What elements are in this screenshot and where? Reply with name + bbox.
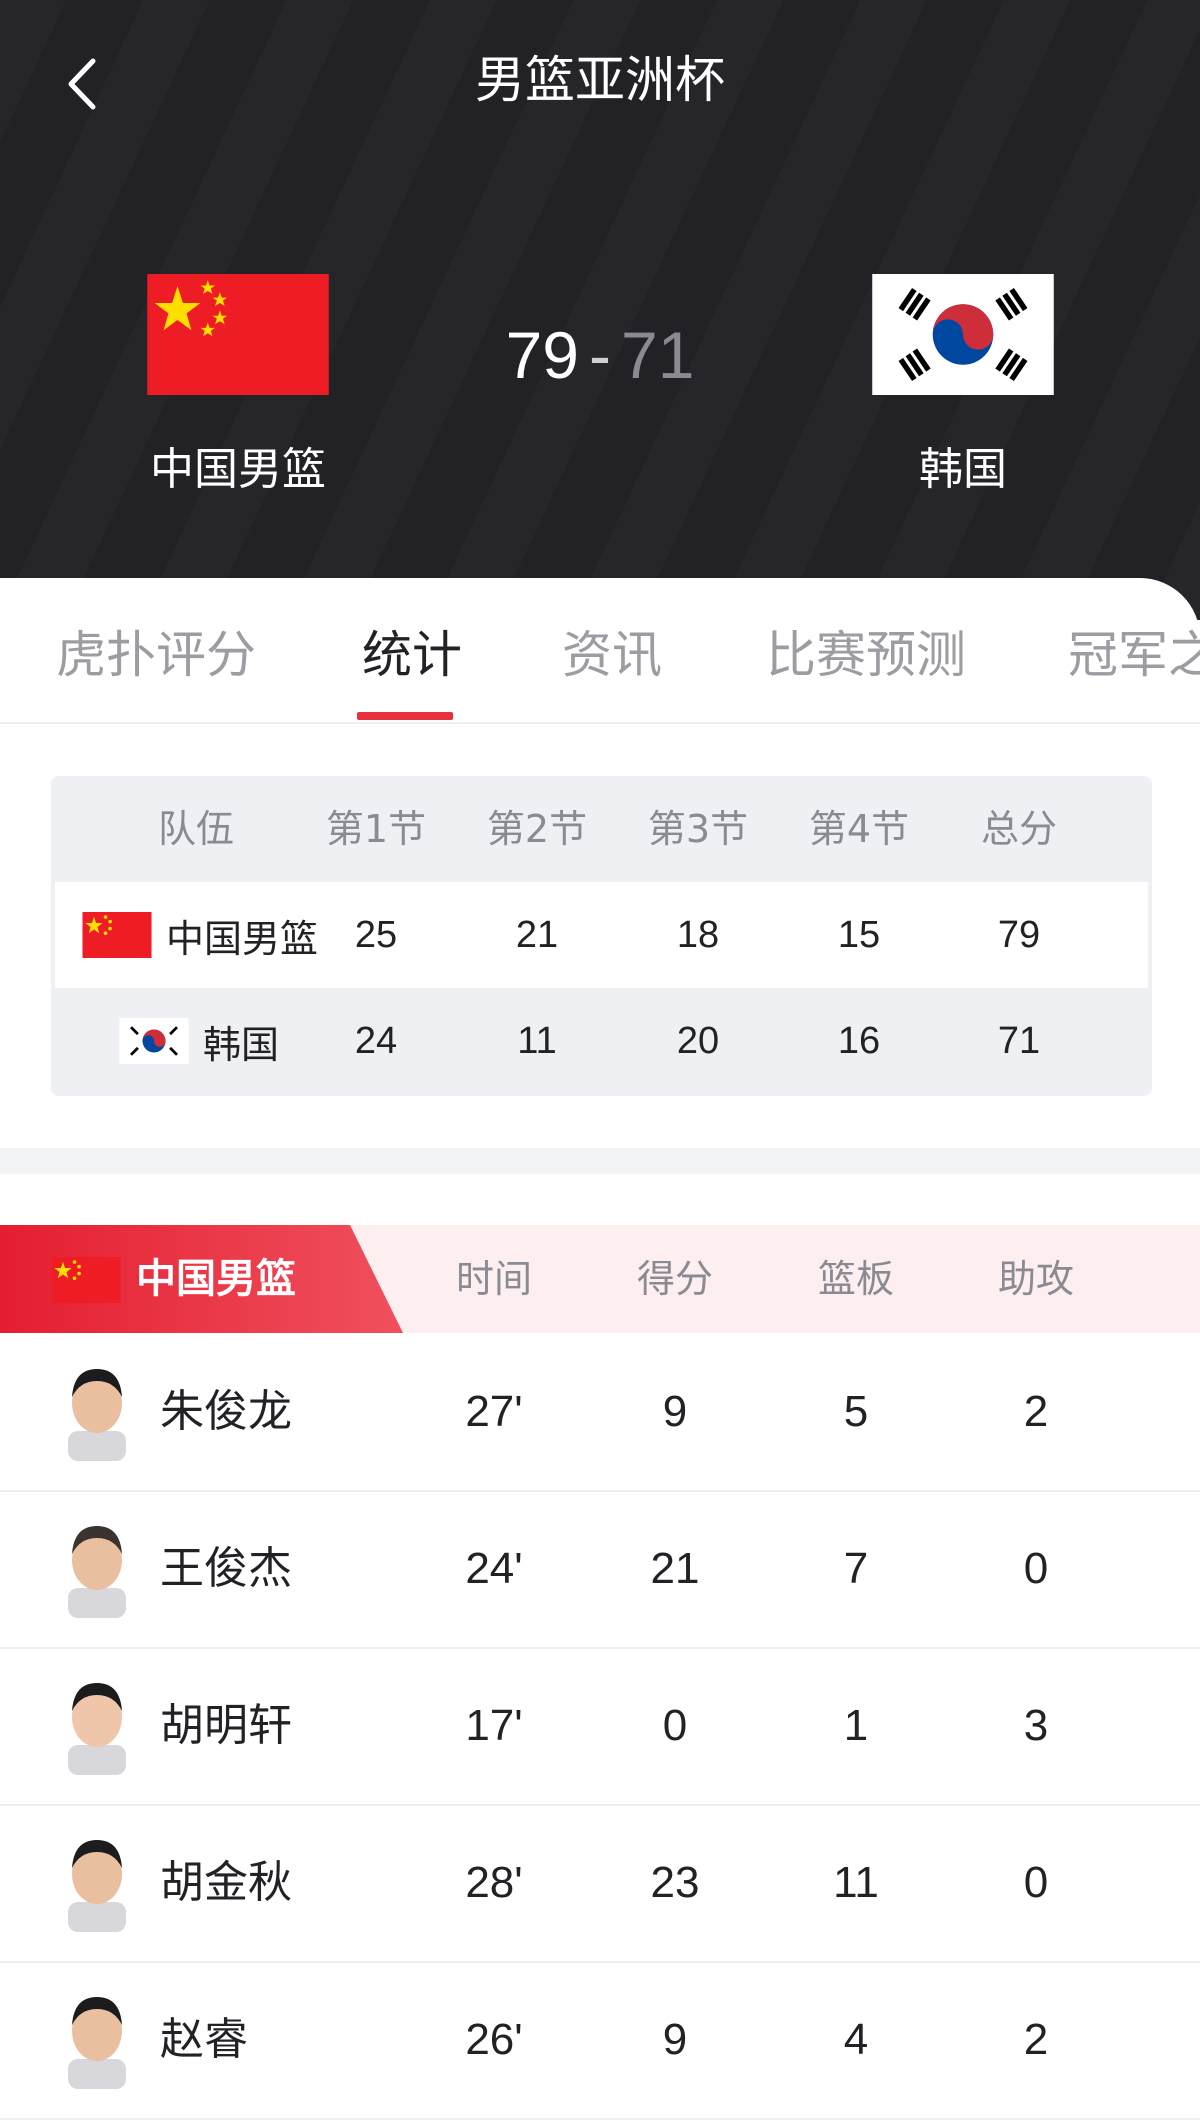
home-score: 79 bbox=[505, 318, 579, 392]
section-divider bbox=[0, 1148, 1200, 1174]
q4-score: 15 bbox=[837, 914, 881, 956]
china-flag-icon bbox=[82, 912, 152, 958]
player-steals: 1 bbox=[1174, 1333, 1200, 1490]
china-flag-icon bbox=[147, 274, 329, 395]
player-rebounds: 1 bbox=[843, 1701, 869, 1750]
player-avatar bbox=[68, 1997, 126, 2089]
player-name: 胡明轩 bbox=[160, 1700, 292, 1751]
q4-score: 16 bbox=[837, 1020, 881, 1062]
tab-prediction[interactable]: 比赛预测 bbox=[766, 620, 966, 690]
player-name: 王俊杰 bbox=[160, 1543, 292, 1594]
active-tab-indicator bbox=[357, 712, 453, 720]
q3-score: 20 bbox=[676, 1020, 720, 1062]
player-points: 9 bbox=[662, 2015, 688, 2064]
column-header-q1: 第1节 bbox=[325, 807, 427, 851]
player-row[interactable]: 胡明轩 17' 0 1 3 0 bbox=[0, 1647, 1200, 1806]
column-header-q4: 第4节 bbox=[808, 807, 910, 851]
player-rebounds: 7 bbox=[843, 1544, 869, 1593]
player-rebounds: 5 bbox=[843, 1387, 869, 1436]
column-header-points[interactable]: 得分 bbox=[615, 1225, 735, 1333]
total-score: 71 bbox=[997, 1020, 1041, 1062]
column-header-total: 总分 bbox=[980, 807, 1057, 851]
player-steals: 3 bbox=[1174, 1961, 1200, 2118]
player-name: 朱俊龙 bbox=[160, 1386, 292, 1437]
player-name: 赵睿 bbox=[160, 2014, 248, 2065]
away-team-name[interactable]: 韩国 bbox=[813, 438, 1113, 502]
player-points: 0 bbox=[662, 1701, 688, 1750]
score-separator: - bbox=[589, 318, 611, 392]
q1-score: 24 bbox=[354, 1020, 398, 1062]
player-assists: 0 bbox=[1023, 1544, 1049, 1593]
player-avatar bbox=[68, 1369, 126, 1461]
korea-flag-icon bbox=[119, 1018, 189, 1064]
korea-flag-icon bbox=[872, 274, 1054, 395]
match-header: 男篮亚洲杯 79-71 中国男篮 韩国 bbox=[0, 0, 1200, 620]
player-minutes: 28' bbox=[465, 1858, 523, 1907]
player-points: 9 bbox=[662, 1387, 688, 1436]
content-sheet: 虎扑评分 统计 资讯 比赛预测 冠军之 队伍 第1节 第2节 第3节 第4节 总… bbox=[0, 578, 1200, 2120]
player-rebounds: 11 bbox=[833, 1858, 879, 1907]
player-assists: 0 bbox=[1023, 1858, 1049, 1907]
player-avatar bbox=[68, 1526, 126, 1618]
player-steals: 1 bbox=[1174, 1804, 1200, 1961]
q2-score: 21 bbox=[515, 914, 559, 956]
player-steals: 9 bbox=[1174, 1490, 1200, 1647]
player-minutes: 17' bbox=[465, 1701, 523, 1750]
column-header-q2: 第2节 bbox=[486, 807, 588, 851]
column-header-time[interactable]: 时间 bbox=[434, 1225, 554, 1333]
tab-news[interactable]: 资讯 bbox=[562, 620, 662, 690]
player-name: 胡金秋 bbox=[160, 1857, 292, 1908]
player-assists: 2 bbox=[1023, 2015, 1049, 2064]
player-avatar bbox=[68, 1840, 126, 1932]
page-title: 男篮亚洲杯 bbox=[475, 51, 725, 109]
stats-team-name[interactable]: 中国男篮 bbox=[136, 1225, 296, 1333]
home-team-name[interactable]: 中国男篮 bbox=[88, 438, 388, 502]
team-name: 中国男篮 bbox=[166, 916, 319, 961]
table-row: 中国男篮 25 21 18 15 79 bbox=[55, 882, 1148, 988]
player-points: 23 bbox=[650, 1858, 700, 1907]
table-header-row: 队伍 第1节 第2节 第3节 第4节 总分 bbox=[51, 776, 1152, 882]
team-name: 韩国 bbox=[203, 1022, 280, 1067]
player-minutes: 24' bbox=[465, 1544, 523, 1593]
tab-champion[interactable]: 冠军之 bbox=[1068, 620, 1200, 690]
player-row[interactable]: 赵睿 26' 9 4 2 3 bbox=[0, 1961, 1200, 2120]
player-row[interactable]: 王俊杰 24' 21 7 0 9 bbox=[0, 1490, 1200, 1649]
player-minutes: 27' bbox=[465, 1387, 523, 1436]
china-flag-icon bbox=[51, 1257, 121, 1303]
team-cell: 韩国 bbox=[119, 988, 279, 1094]
player-avatar bbox=[68, 1683, 126, 1775]
tab-bar: 虎扑评分 统计 资讯 比赛预测 冠军之 bbox=[0, 578, 1200, 724]
away-score: 71 bbox=[620, 318, 695, 392]
player-stats-header: 中国男篮 时间 得分 篮板 助攻 抢 bbox=[0, 1225, 1200, 1333]
team-cell: 中国男篮 bbox=[82, 882, 318, 988]
player-rebounds: 4 bbox=[843, 2015, 869, 2064]
q3-score: 18 bbox=[676, 914, 720, 956]
column-header-team: 队伍 bbox=[157, 807, 234, 851]
table-row: 韩国 24 11 20 16 71 bbox=[51, 988, 1152, 1094]
player-row[interactable]: 朱俊龙 27' 9 5 2 1 bbox=[0, 1333, 1200, 1492]
player-minutes: 26' bbox=[465, 2015, 523, 2064]
player-row[interactable]: 胡金秋 28' 23 11 0 1 bbox=[0, 1804, 1200, 1963]
tab-stats[interactable]: 统计 bbox=[362, 620, 462, 690]
total-score: 79 bbox=[997, 914, 1041, 956]
column-header-rebounds[interactable]: 篮板 bbox=[796, 1225, 916, 1333]
quarter-score-table: 队伍 第1节 第2节 第3节 第4节 总分 中国男篮 25 21 18 15 7… bbox=[51, 776, 1152, 1096]
player-points: 21 bbox=[650, 1544, 700, 1593]
player-steals: 0 bbox=[1174, 1647, 1200, 1804]
tab-hupu-rating[interactable]: 虎扑评分 bbox=[56, 620, 256, 690]
match-score: 79-71 bbox=[440, 310, 760, 400]
player-assists: 3 bbox=[1023, 1701, 1049, 1750]
q1-score: 25 bbox=[354, 914, 398, 956]
column-header-q3: 第3节 bbox=[647, 807, 749, 851]
player-assists: 2 bbox=[1023, 1387, 1049, 1436]
column-header-assists[interactable]: 助攻 bbox=[976, 1225, 1096, 1333]
q2-score: 11 bbox=[517, 1020, 557, 1062]
